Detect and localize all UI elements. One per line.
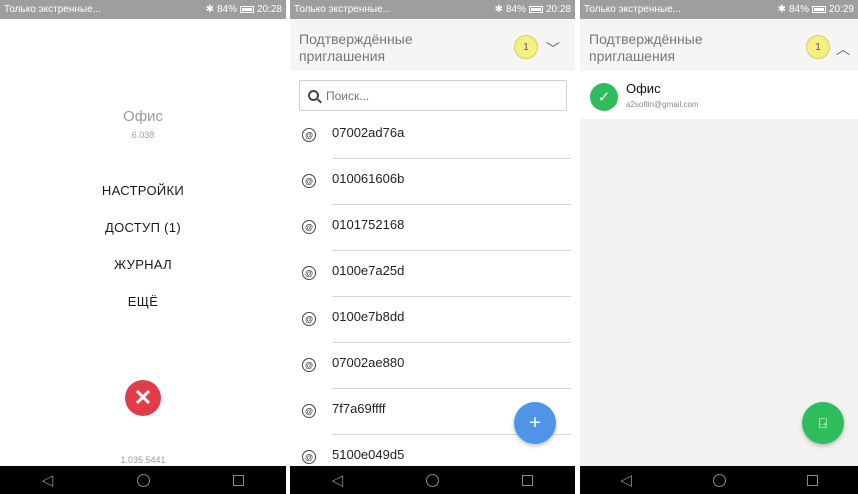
menu-item-more[interactable]: ЕЩЁ [0, 293, 286, 330]
header-title: Подтверждённые приглашения [299, 31, 413, 64]
signal-icon: ✱ [777, 4, 786, 15]
nav-back-icon[interactable]: ◁ [620, 473, 632, 488]
screen-invitations-collapsed: Только экстренные... ✱ 84% 20:29 Подтвер… [580, 0, 858, 494]
account-item[interactable]: ✓ Офис a2softin@gmail.com [580, 71, 858, 119]
menu-item-journal[interactable]: ЖУРНАЛ [0, 256, 286, 293]
tag-id: 7f7a69ffff [332, 401, 386, 416]
count-badge: 1 [806, 35, 830, 59]
battery-percent: 84% [216, 4, 237, 15]
tag-icon: @ [302, 266, 316, 280]
list-item[interactable]: @07002ad76a [290, 113, 575, 159]
status-text: Только экстренные... [584, 4, 681, 15]
battery-icon [528, 6, 543, 13]
object-menu: НАСТРОЙКИ ДОСТУП (1) ЖУРНАЛ ЕЩЁ [0, 182, 286, 330]
battery-percent: 84% [505, 4, 526, 15]
header-title: Подтверждённые приглашения [589, 31, 703, 64]
status-time: 20:28 [256, 4, 282, 15]
nav-back-icon[interactable]: ◁ [42, 473, 54, 488]
tag-icon: @ [302, 404, 316, 418]
tag-id: 0101752168 [332, 217, 405, 232]
status-bar: Только экстренные... ✱ 84% 20:28 [0, 0, 286, 19]
check-icon: ✓ [590, 83, 618, 111]
menu-item-settings[interactable]: НАСТРОЙКИ [0, 182, 286, 219]
tag-icon: @ [302, 174, 316, 188]
tag-id: 07002ae880 [332, 355, 405, 370]
exit-door-icon: ⍈ [818, 414, 828, 431]
tag-icon: @ [302, 220, 316, 234]
battery-percent: 84% [788, 4, 809, 15]
screen-object-menu: Только экстренные... ✱ 84% 20:28 Офис 6.… [0, 0, 286, 494]
tag-id: 07002ad76a [332, 125, 405, 140]
system-nav-bar: ◁ [290, 466, 575, 494]
nav-recent-icon[interactable] [522, 474, 534, 486]
invitations-header[interactable]: Подтверждённые приглашения 1 ﹀ [290, 19, 575, 71]
nav-recent-icon[interactable] [233, 474, 245, 486]
plus-icon: + [529, 411, 541, 434]
search-icon [308, 90, 319, 101]
search-input[interactable] [326, 88, 526, 103]
status-icons: ✱ 84% 20:29 [778, 4, 854, 15]
menu-item-access[interactable]: ДОСТУП (1) [0, 219, 286, 256]
tag-icon: @ [302, 312, 316, 326]
tag-icon: @ [302, 358, 316, 372]
nav-recent-icon[interactable] [806, 474, 818, 486]
list-item[interactable]: @010061606b [290, 159, 575, 205]
signal-icon: ✱ [205, 4, 214, 15]
exit-button[interactable]: ⍈ [802, 402, 844, 444]
signal-icon: ✱ [494, 4, 503, 15]
status-bar: Только экстренные... ✱ 84% 20:29 [580, 0, 858, 19]
list-item[interactable]: @0100e7b8dd [290, 297, 575, 343]
close-icon: ✕ [133, 385, 153, 410]
app-version: 1.035.5441 [120, 455, 166, 465]
status-icons: ✱ 84% 20:28 [495, 4, 571, 15]
status-text: Только экстренные... [4, 4, 101, 15]
tag-icon: @ [302, 128, 316, 142]
count-badge: 1 [514, 35, 538, 59]
add-button[interactable]: + [514, 402, 556, 444]
object-subtitle: 6.038 [131, 130, 155, 140]
chevron-up-icon[interactable]: ︿ [836, 39, 850, 59]
invitations-header[interactable]: Подтверждённые приглашения 1 ︿ [580, 19, 858, 71]
system-nav-bar: ◁ [0, 466, 286, 494]
tag-id: 0100e7b8dd [332, 309, 405, 324]
status-time: 20:29 [828, 4, 854, 15]
battery-icon [239, 6, 254, 13]
tag-id: 0100e7a25d [332, 263, 405, 278]
list-item[interactable]: @07002ae880 [290, 343, 575, 389]
account-name: Офис [626, 81, 661, 96]
status-text: Только экстренные... [294, 4, 391, 15]
object-title: Офис [123, 108, 163, 125]
chevron-down-icon[interactable]: ﹀ [546, 39, 560, 59]
nav-home-icon[interactable] [426, 473, 440, 487]
tag-id: 010061606b [332, 171, 405, 186]
list-item[interactable]: @0101752168 [290, 205, 575, 251]
close-button[interactable]: ✕ [125, 380, 161, 416]
nav-home-icon[interactable] [136, 473, 150, 487]
battery-icon [811, 6, 826, 13]
status-icons: ✱ 84% 20:28 [206, 4, 282, 15]
nav-back-icon[interactable]: ◁ [332, 473, 344, 488]
system-nav-bar: ◁ [580, 466, 858, 494]
account-email: a2softin@gmail.com [626, 100, 699, 109]
status-time: 20:28 [545, 4, 571, 15]
search-box[interactable] [299, 80, 567, 111]
status-bar: Только экстренные... ✱ 84% 20:28 [290, 0, 575, 19]
screen-invitations-list: Только экстренные... ✱ 84% 20:28 Подтвер… [290, 0, 575, 494]
list-item[interactable]: @0100e7a25d [290, 251, 575, 297]
tag-id: 5100e049d5 [332, 447, 405, 462]
nav-home-icon[interactable] [712, 473, 726, 487]
tag-icon: @ [302, 450, 316, 464]
